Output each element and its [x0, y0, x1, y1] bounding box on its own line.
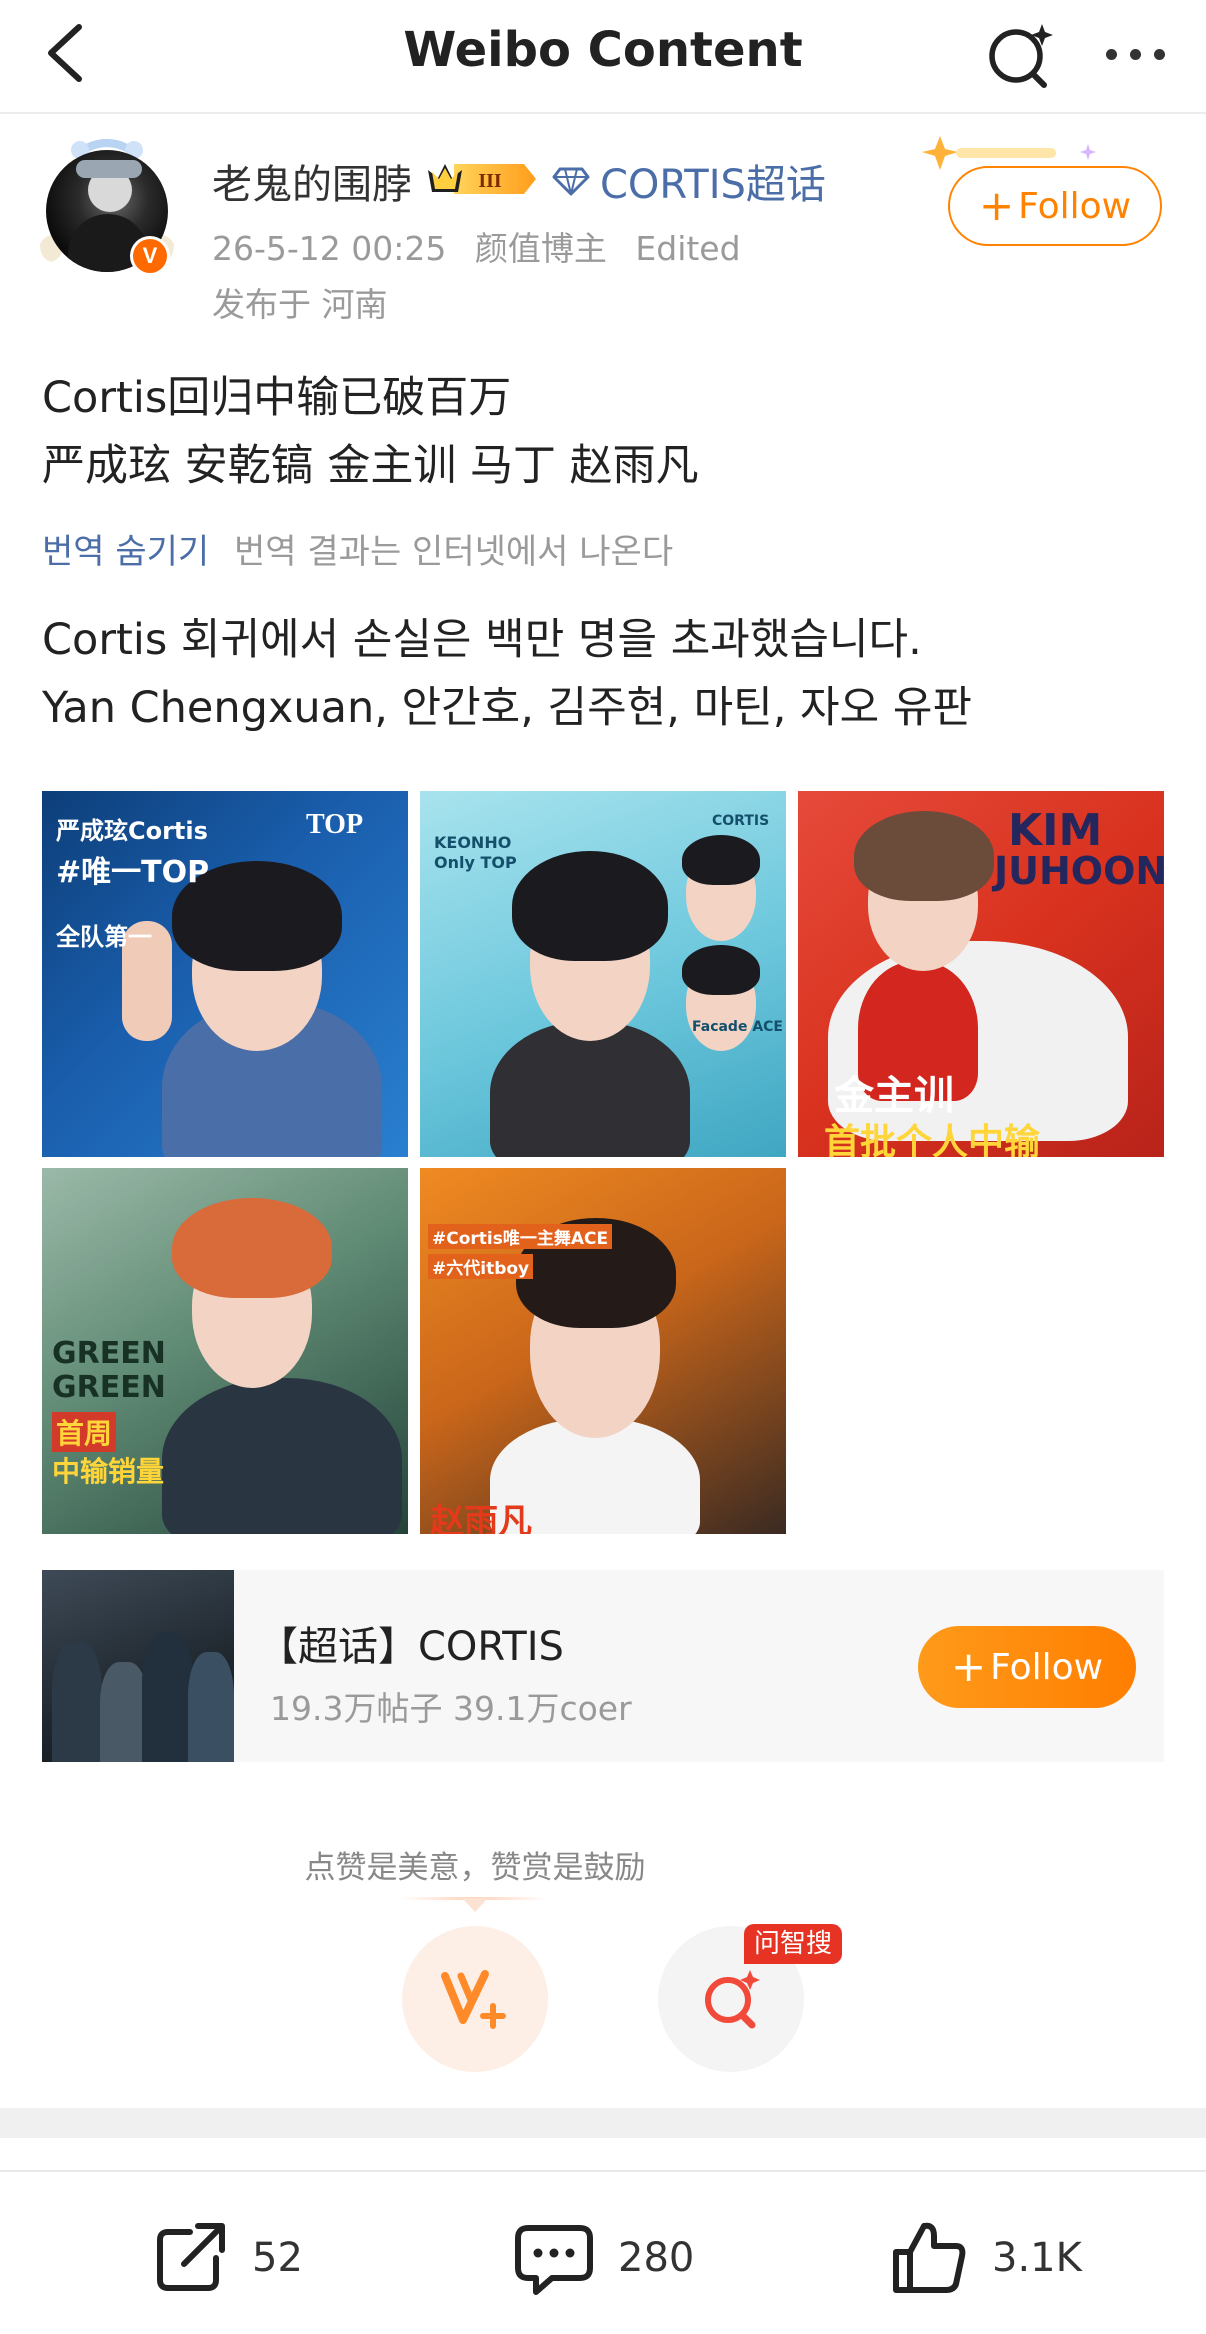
reward-v-plus-icon [441, 1970, 506, 2029]
translation-note: 번역 결과는 인터넷에서 나온다 [234, 532, 674, 572]
image-caption: 首批个人中输 [824, 1122, 1041, 1157]
ai-search-icon [705, 1970, 760, 2029]
more-dot [1129, 48, 1141, 60]
user-avatar[interactable]: V [38, 134, 176, 280]
image-caption: 中输销量 [52, 1455, 165, 1488]
verified-badge: V [130, 236, 170, 276]
more-dot [1153, 48, 1165, 60]
super-topic-stats: 19.3万帖子 39.1万coer [270, 1689, 632, 1728]
translated-line: Cortis 회귀에서 손실은 백만 명을 초과했습니다. [42, 615, 922, 665]
super-topic-link[interactable]: CORTIS超话 [552, 152, 826, 210]
edited-label[interactable]: Edited [635, 229, 740, 268]
translated-content: Cortis 회귀에서 손실은 백만 명을 초과했습니다. Yan Chengx… [42, 606, 972, 742]
more-button[interactable] [1090, 14, 1180, 94]
follow-user-button[interactable]: + Follow [948, 166, 1162, 246]
post-image-3[interactable]: KIM JUHOON 金主训 首批个人中输 [798, 791, 1164, 1157]
reward-button[interactable] [402, 1926, 548, 2072]
image-caption: GREEN [52, 1336, 166, 1371]
plus-icon: + [978, 181, 1015, 230]
image-caption: CORTIS [712, 813, 770, 829]
super-topic-thumbnail [42, 1570, 234, 1762]
share-icon [157, 2223, 225, 2291]
ai-search-button[interactable] [980, 14, 1060, 94]
image-caption: JUHOON [994, 849, 1164, 893]
post-image-4[interactable]: GREEN GREEN 首周 中输销量 [42, 1168, 408, 1534]
image-caption: KEONHO [434, 833, 512, 852]
super-topic-name: CORTIS超话 [600, 162, 826, 208]
comment-button[interactable]: 280 [512, 2218, 694, 2298]
image-grid: 严成玹Cortis #唯一TOP 全队第一 TOP KEONHO Only TO… [42, 791, 1164, 1534]
share-count: 52 [252, 2235, 303, 2281]
post-image-2[interactable]: KEONHO Only TOP CORTIS Facade ACE [420, 791, 786, 1157]
post-image-5[interactable]: #Cortis唯一主舞ACE #六代itboy 赵雨凡 [420, 1168, 786, 1534]
like-button[interactable]: 3.1K [890, 2218, 1082, 2298]
post-content: Cortis回归中输已破百万 严成玹 安乾镐 金主训 马丁 赵雨凡 [42, 364, 699, 500]
ask-zhisou-tag: 问智搜 [744, 1924, 843, 1964]
image-caption: #Cortis唯一主舞ACE [428, 1224, 613, 1249]
image-caption: #六代itboy [428, 1254, 534, 1279]
super-topic-title: 【超话】CORTIS [258, 1624, 564, 1670]
verified-v-icon: V [133, 239, 167, 273]
image-caption: 严成玹Cortis [56, 817, 208, 845]
follow-topic-button[interactable]: + Follow [918, 1626, 1136, 1708]
thumbs-up-icon [893, 2222, 966, 2293]
post-line: 严成玹 安乾镐 金主训 马丁 赵雨凡 [42, 441, 699, 491]
image-caption: #唯一TOP [56, 855, 210, 890]
vip-crown-badge: III [428, 164, 536, 194]
post-image-1[interactable]: 严成玹Cortis #唯一TOP 全队第一 TOP [42, 791, 408, 1157]
like-count: 3.1K [992, 2235, 1082, 2281]
image-caption: Only TOP [434, 853, 517, 872]
top-nav-bar: Weibo Content [0, 0, 1206, 114]
post-meta: 26-5-12 00:25 颜值博主 Edited [212, 222, 759, 270]
username[interactable]: 老鬼的围脖 [212, 152, 412, 210]
image-caption: 赵雨凡 [430, 1502, 532, 1534]
image-caption: GREEN [52, 1370, 166, 1405]
comment-count: 280 [618, 2235, 695, 2281]
bottom-action-bar: 52 280 3.1K [0, 2170, 1206, 2334]
image-caption: TOP [306, 809, 364, 840]
post-line: Cortis回归中输已破百万 [42, 373, 512, 423]
diamond-icon [552, 167, 590, 196]
comment-icon [515, 2225, 593, 2295]
svg-text:III: III [478, 170, 502, 192]
hide-translation-link[interactable]: 번역 숨기기 [42, 532, 209, 572]
more-dot [1105, 48, 1117, 60]
image-caption: Facade ACE [692, 1019, 783, 1035]
image-caption: 首周 [52, 1412, 117, 1452]
post-time: 26-5-12 00:25 [212, 229, 447, 268]
plus-icon: + [950, 1642, 987, 1691]
super-topic-card[interactable]: 【超话】CORTIS 19.3万帖子 39.1万coer + Follow [42, 1570, 1164, 1762]
image-caption: 全队第一 [56, 923, 152, 951]
translated-line: Yan Chengxuan, 안간호, 김주현, 마틴, 자오 유판 [42, 683, 972, 733]
follow-label: Follow [990, 1646, 1104, 1688]
translation-bar: 번역 숨기기 번역 결과는 인터넷에서 나온다 [42, 524, 673, 573]
user-tag: 颜值博主 [474, 229, 607, 268]
hint-arrow-icon [462, 1898, 488, 1912]
section-divider [0, 2108, 1206, 2138]
ai-search-icon [989, 24, 1053, 88]
reward-hint: 点赞是美意，赞赏是鼓励 [0, 1842, 1206, 1887]
follow-label: Follow [1018, 185, 1132, 227]
post-location: 发布于 河南 [212, 285, 388, 324]
share-button[interactable]: 52 [150, 2218, 303, 2298]
reward-hint-text: 点赞是美意，赞赏是鼓励 [304, 1850, 646, 1886]
